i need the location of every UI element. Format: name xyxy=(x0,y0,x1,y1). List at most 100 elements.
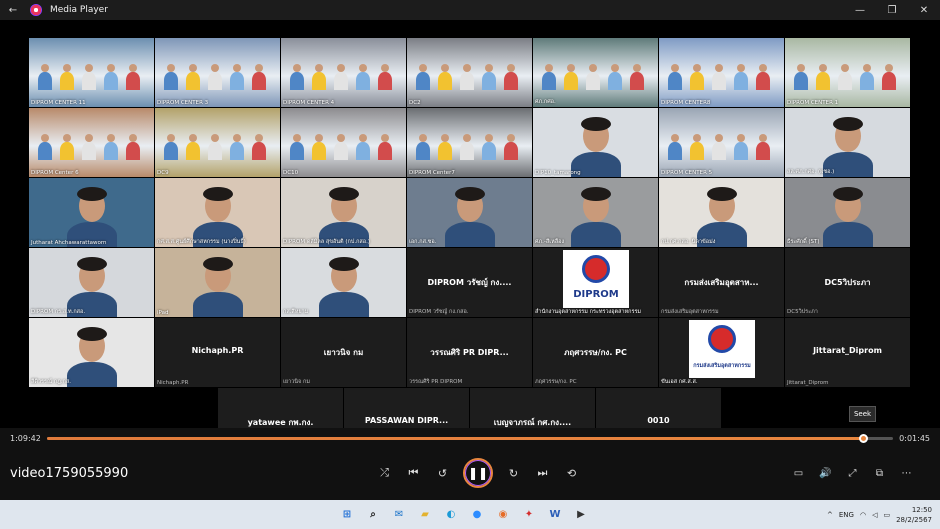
seek-bar-thumb[interactable] xyxy=(859,434,869,443)
pause-button[interactable]: ❚❚ xyxy=(463,458,493,488)
media-player-icon: ▶ xyxy=(577,508,585,520)
participant-tile: DC2 xyxy=(407,38,532,107)
participant-figure xyxy=(419,64,427,72)
media-player-app[interactable]: ▶ xyxy=(570,503,592,525)
participant-name-display: ภฤศวรรษ/กง. PC xyxy=(564,348,627,357)
firefox-app[interactable]: ◉ xyxy=(492,503,514,525)
participant-figure xyxy=(690,72,704,90)
participant-figure xyxy=(460,142,474,160)
media-player-logo-icon xyxy=(30,4,42,16)
arrow-left-icon[interactable]: ← xyxy=(6,3,20,17)
participant-figure xyxy=(208,72,222,90)
video-area[interactable]: DIPROM CENTER 11 DIPROM CENTER 3 DIPROM CE… xyxy=(0,20,940,457)
logo-emblem-icon xyxy=(708,325,736,353)
participant-figure xyxy=(838,72,852,90)
participant-hair xyxy=(833,117,863,131)
participant-figure xyxy=(756,72,770,90)
participant-figure xyxy=(293,64,301,72)
windows-icon: ⊞ xyxy=(342,508,352,520)
maximize-button[interactable]: ❐ xyxy=(876,0,908,20)
mini-player-icon: ⧉ xyxy=(875,467,884,479)
rewind-10-button[interactable]: ↺ xyxy=(428,459,457,487)
participant-figure xyxy=(608,72,622,90)
folder-icon: ▰ xyxy=(421,508,429,520)
participant-tile: Jutharat Ahchawarattaworn xyxy=(29,178,154,247)
participant-body xyxy=(571,222,621,247)
seek-tooltip: Seek xyxy=(849,406,876,422)
participant-figure xyxy=(668,142,682,160)
transport-controls: ⤮ ⏮ ↺ ❚❚ ↻ ⏭ ⟲ xyxy=(370,458,586,488)
diprom-logo: กรมส่งเสริมอุตสาหกรรม xyxy=(689,320,755,378)
word-app[interactable]: W xyxy=(544,503,566,525)
clock[interactable]: 12:50 28/2/2567 xyxy=(896,505,932,525)
seek-bar[interactable] xyxy=(47,434,893,443)
captions-button[interactable]: ▭ xyxy=(785,462,812,484)
participant-hair xyxy=(329,187,359,201)
participant-label: วรรณศิริ PR DIPROM xyxy=(409,379,463,385)
participant-figure xyxy=(63,134,71,142)
participant-label: DC9 xyxy=(157,170,169,176)
participant-figure xyxy=(41,64,49,72)
more-icon: ⋯ xyxy=(901,467,912,479)
participant-hair xyxy=(833,187,863,201)
participant-figure xyxy=(233,134,241,142)
search-button[interactable]: ⌕ xyxy=(362,503,384,525)
participant-figure xyxy=(189,134,197,142)
close-button[interactable]: ✕ xyxy=(908,0,940,20)
language-indicator[interactable]: ENG xyxy=(839,511,854,519)
previous-button[interactable]: ⏮ xyxy=(399,459,428,487)
participant-figure xyxy=(252,72,266,90)
zoom-app[interactable]: ● xyxy=(466,503,488,525)
fullscreen-button[interactable]: ⤢ xyxy=(839,462,866,484)
pause-icon: ❚❚ xyxy=(467,466,489,480)
participant-figure xyxy=(85,64,93,72)
participant-tile: DIPROM สำนักงานอุตสาหกรรม กระทรวงอุตสาหกร… xyxy=(533,248,658,317)
participant-tile: กรมส่งเสริมอุตสาห... กรมส่งเสริมอุตสาหกรร… xyxy=(659,248,784,317)
participant-figure xyxy=(690,142,704,160)
participant-tile: สล.ศภ.กศอ. (ผชอ.) xyxy=(785,108,910,177)
participant-label: DIPROM Center7 xyxy=(409,170,455,176)
edge-app[interactable]: ◐ xyxy=(440,503,462,525)
participant-label: DC2 xyxy=(409,100,421,106)
volume-tray-icon[interactable]: ◁ xyxy=(872,511,877,519)
battery-icon[interactable]: ▭ xyxy=(883,511,890,519)
forward-30-button[interactable]: ↻ xyxy=(499,459,528,487)
participant-figure xyxy=(186,142,200,160)
secondary-controls: ▭ 🔊 ⤢ ⧉ ⋯ xyxy=(785,462,920,484)
participant-figure xyxy=(381,64,389,72)
participant-figure xyxy=(416,72,430,90)
participant-figure xyxy=(504,142,518,160)
start-button[interactable]: ⊞ xyxy=(336,503,358,525)
participant-figure xyxy=(60,142,74,160)
more-options-button[interactable]: ⋯ xyxy=(893,462,920,484)
participant-figure xyxy=(126,72,140,90)
minimize-button[interactable]: — xyxy=(844,0,876,20)
participant-label: Jutharat Ahchawarattaworn xyxy=(31,240,107,246)
participant-label: ขันเอส กศ.ส.ส. xyxy=(661,379,698,385)
participant-figure xyxy=(819,64,827,72)
participant-figure xyxy=(542,72,556,90)
mini-player-button[interactable]: ⧉ xyxy=(866,462,893,484)
tray-chevron-icon[interactable]: ^ xyxy=(827,511,833,519)
acrobat-app[interactable]: ✦ xyxy=(518,503,540,525)
participant-figure xyxy=(882,72,896,90)
mail-icon: ✉ xyxy=(394,508,404,520)
next-button[interactable]: ⏭ xyxy=(528,459,557,487)
participant-tile: Nichaph.PR Nichaph.PR xyxy=(155,318,280,387)
participant-figure xyxy=(104,72,118,90)
participant-figure xyxy=(252,142,266,160)
participant-tile: DIPROM CENTER 1 xyxy=(785,38,910,107)
repeat-off-button[interactable]: ⟲ xyxy=(557,459,586,487)
volume-button[interactable]: 🔊 xyxy=(812,462,839,484)
participant-figure xyxy=(863,64,871,72)
participant-label: DIPROM CENTER 1 xyxy=(787,100,839,106)
participant-figure xyxy=(315,64,323,72)
shuffle-button[interactable]: ⤮ xyxy=(370,459,399,487)
participant-label: เอก.กส.ซอ. xyxy=(409,239,437,245)
participant-figure xyxy=(233,64,241,72)
file-explorer-app[interactable]: ▰ xyxy=(414,503,436,525)
mail-app[interactable]: ✉ xyxy=(388,503,410,525)
wifi-icon[interactable]: ◠ xyxy=(860,511,866,519)
participant-figure xyxy=(255,134,263,142)
participant-label: ศภ.กศอ. xyxy=(535,99,556,105)
